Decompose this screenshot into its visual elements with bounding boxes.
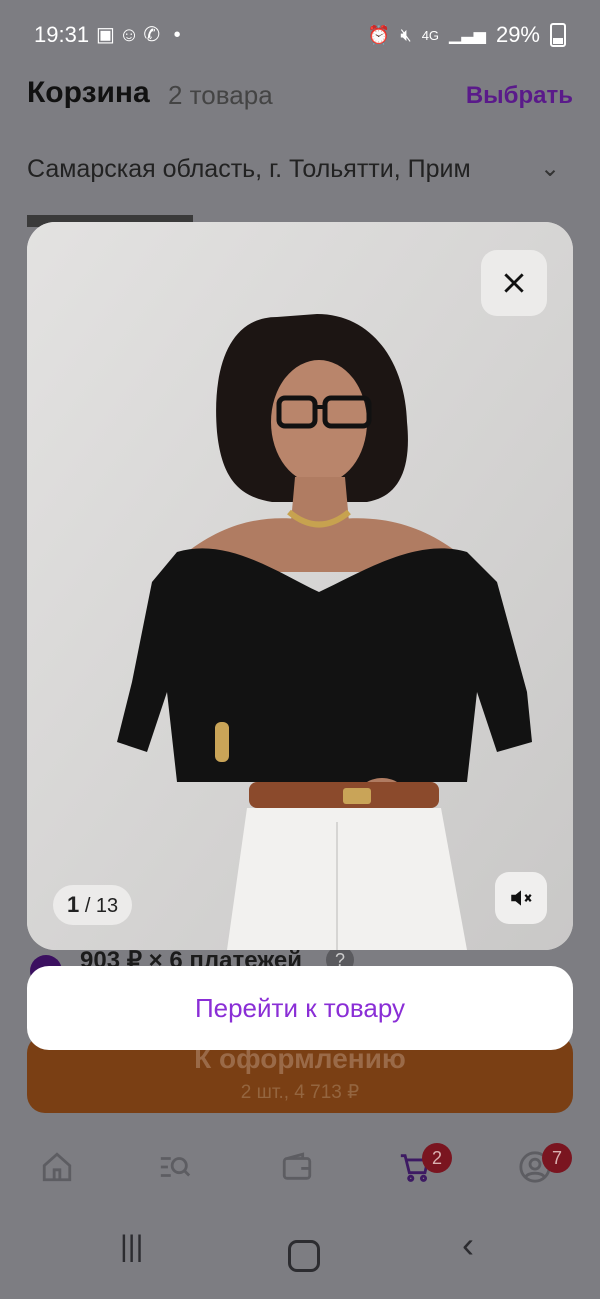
status-bar: 19:31 ▣☺✆ • ⏰ 🔇︎ 4G ▁▃▅ 29% (0, 0, 600, 70)
media-preview-modal: 1 / 13 (27, 222, 573, 950)
status-time: 19:31 (34, 22, 90, 47)
back-icon[interactable]: ‹ (462, 1224, 474, 1266)
battery-percent: 29% (495, 22, 540, 47)
media-counter-current: 1 (67, 892, 80, 917)
delivery-address[interactable]: Самарская область, г. Тольятти, Прим (27, 155, 537, 184)
alarm-icon: ⏰ (367, 24, 391, 45)
home-icon (42, 1152, 72, 1182)
mute-button[interactable] (495, 872, 547, 924)
wallet-icon (282, 1152, 312, 1180)
cart-badge: 2 (422, 1143, 452, 1173)
notification-icons: ▣☺✆ • (96, 24, 185, 46)
catalog-search-icon (160, 1157, 191, 1177)
mute-status-icon: 🔇︎ (400, 24, 412, 45)
network-type: 4G (421, 27, 440, 43)
volume-muted-icon (511, 890, 532, 906)
select-button[interactable]: Выбрать (466, 82, 573, 110)
status-right: ⏰ 🔇︎ 4G ▁▃▅ 29% (368, 22, 566, 48)
nav-wallet[interactable] (280, 1150, 324, 1194)
close-button[interactable] (481, 250, 547, 316)
page-title: Корзина (27, 76, 150, 109)
recent-apps-icon[interactable]: ||| (120, 1230, 143, 1264)
chevron-down-icon[interactable]: ⌄ (540, 154, 560, 183)
battery-icon (550, 23, 566, 47)
checkout-summary: 2 шт., 4 713 ₽ (240, 1082, 360, 1103)
media-counter-total: / 13 (84, 895, 119, 917)
close-icon (504, 273, 524, 293)
nav-home[interactable] (40, 1150, 84, 1194)
profile-badge: 7 (542, 1143, 572, 1173)
media-counter: 1 / 13 (53, 885, 133, 925)
signal-icon: ▁▃▅ (449, 27, 486, 44)
go-to-product-button[interactable]: Перейти к товару (27, 966, 573, 1050)
cart-item-count: 2 товара (168, 80, 273, 110)
nav-catalog[interactable] (158, 1150, 202, 1194)
product-photo[interactable] (27, 222, 573, 950)
home-system-icon[interactable] (288, 1240, 320, 1272)
